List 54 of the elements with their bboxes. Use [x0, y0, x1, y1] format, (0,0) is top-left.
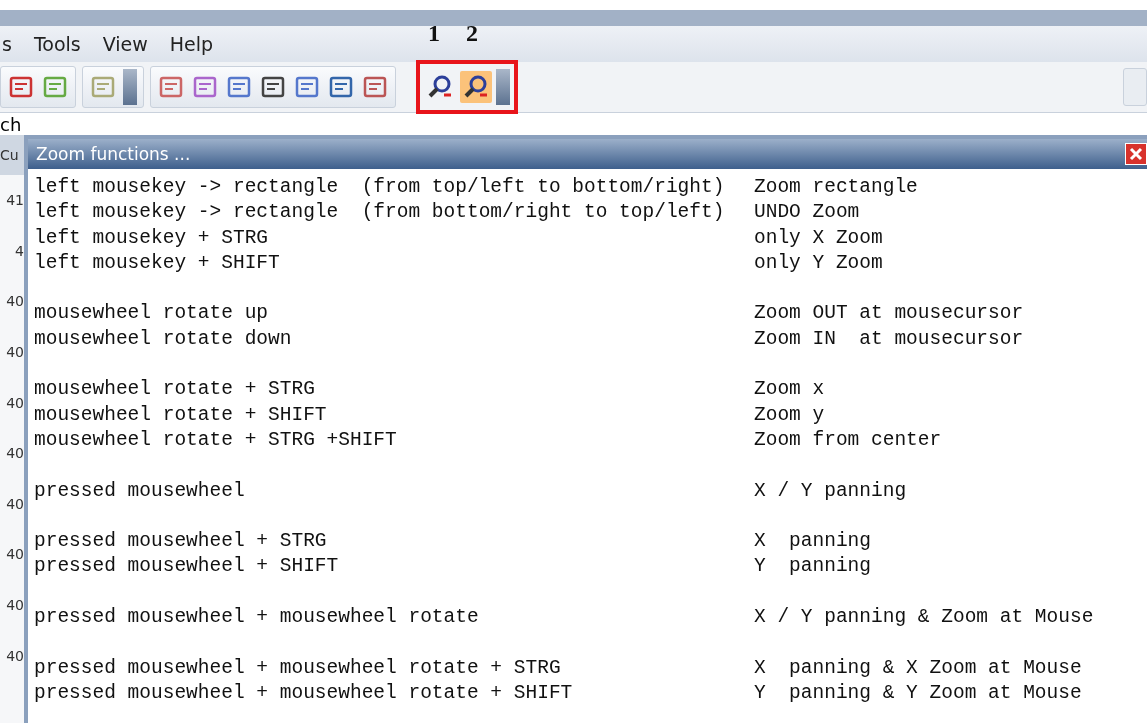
annotation-number: 2 [466, 20, 478, 47]
table-cell-text: 40 [6, 646, 24, 666]
input-action: pressed mousewheel [34, 478, 246, 504]
input-action: pressed mousewheel + mousewheel rotate [34, 605, 480, 631]
field-text: ch [0, 114, 22, 135]
input-action: mousewheel rotate down [34, 326, 293, 352]
table-cell-text: 40 [6, 596, 24, 616]
zoom-result: X / Y panning & Zoom at Mouse [754, 605, 1095, 631]
table-cell-text: 40 [6, 393, 24, 413]
zoom-result: X / Y panning [754, 478, 908, 504]
table-cell-text: 40 [6, 292, 24, 312]
input-action: mousewheel rotate + SHIFT [34, 402, 328, 428]
zoom-result: only Y Zoom [754, 250, 884, 276]
close-button[interactable] [1125, 143, 1147, 165]
zoom-result: only X Zoom [754, 225, 884, 251]
zoom-result: UNDO Zoom [754, 200, 861, 226]
input-action: mousewheel rotate up [34, 301, 270, 327]
menu-item[interactable]: s [2, 33, 12, 55]
table-cell-text: 4 [15, 241, 24, 261]
input-action: pressed mousewheel + SHIFT [34, 554, 340, 580]
menu-item[interactable]: Help [169, 33, 214, 55]
input-action: mousewheel rotate + STRG [34, 377, 316, 403]
dropdown-button[interactable] [123, 69, 137, 105]
input-action: left mousekey + STRG [34, 225, 270, 251]
input-action: left mousekey + SHIFT [34, 250, 281, 276]
input-action: pressed mousewheel + mousewheel rotate + SHIFT [34, 680, 574, 706]
dialog-title: Zoom functions ... [36, 144, 192, 164]
input-action: mousewheel rotate + STRG +SHIFT [34, 427, 398, 453]
menu-item[interactable]: View [102, 33, 148, 55]
input-action: left mousekey -> rectangle (from top/left to bottom/right) [34, 175, 726, 200]
annotation-number: 1 [428, 20, 440, 47]
zoom-result: Zoom rectangle [754, 175, 919, 200]
close-icon [1129, 147, 1143, 161]
zoom-result: X panning & X Zoom at Mouse [754, 655, 1083, 681]
zoom-result: Zoom x [754, 377, 826, 403]
table-cell-text: 40 [6, 343, 24, 363]
input-action: pressed mousewheel + STRG [34, 529, 328, 555]
zoom-result: Zoom IN at mousecursor [754, 326, 1025, 352]
zoom-button[interactable] [460, 71, 492, 103]
zoom-result: X panning [754, 529, 873, 555]
input-action: pressed mousewheel + mousewheel rotate + STRG [34, 655, 562, 681]
table-cell-text: 41 [6, 191, 24, 211]
table-cell-text: 40 [6, 545, 24, 565]
table-cell: Cu [0, 135, 24, 175]
zoom-result: Zoom OUT at mousecursor [754, 301, 1025, 327]
input-action: left mousekey -> rectangle (from bottom/right to top/left) [34, 200, 726, 226]
menu-item[interactable]: Tools [33, 33, 81, 55]
toolbar-grip[interactable] [1123, 68, 1147, 106]
zoom-result: Y panning [754, 554, 873, 580]
zoom-result: Zoom y [754, 402, 826, 428]
table-cell-text: 40 [6, 494, 24, 514]
table-cell-text: 40 [6, 444, 24, 464]
zoom-result: Y panning & Y Zoom at Mouse [754, 680, 1083, 706]
zoom-result: Zoom from center [754, 427, 943, 453]
